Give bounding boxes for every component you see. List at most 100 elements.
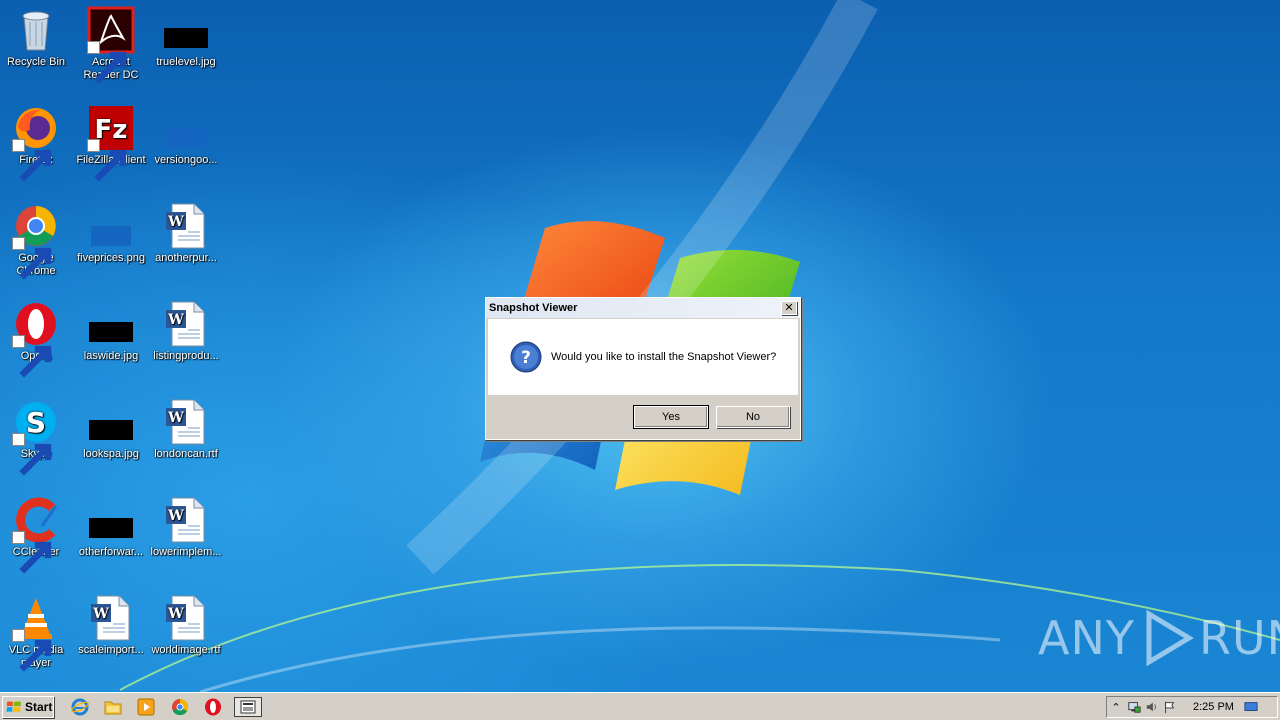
desktop-icon-label: laswide.jpg [83,350,139,362]
shortcut-arrow-icon [12,433,52,476]
anyrun-watermark: ANY RUN [1038,608,1280,668]
question-icon: ? [510,341,542,373]
desktop-icon-label: anotherpur... [155,252,217,264]
taskbar-snapshot-viewer-button[interactable] [234,697,262,717]
close-icon: ✕ [784,302,794,314]
desktop-icon-label: truelevel.jpg [156,56,216,68]
taskbar-explorer-button[interactable] [103,697,123,717]
volume-icon[interactable] [1143,698,1161,716]
image-file-icon [87,202,135,250]
desktop-icon-anotherpur[interactable]: W anotherpur... [148,202,224,265]
chrome-icon [172,698,189,716]
desktop-icon-label: versiongoo... [154,154,218,166]
dialog-titlebar[interactable]: Snapshot Viewer ✕ [486,298,800,318]
show-hidden-icons-button[interactable]: ⌃ [1107,698,1125,716]
word-document-icon: W [91,595,130,641]
desktop-icon-label: lowerimplem... [150,546,222,558]
desktop-icon-truelevel[interactable]: truelevel.jpg [148,6,224,69]
image-file-icon [87,496,135,544]
desktop-icon-otherforwar[interactable]: otherforwar... [73,496,149,559]
play-logo-icon [1146,609,1194,667]
start-button[interactable]: Start [2,696,54,718]
image-file-icon [162,6,210,54]
opera-icon [205,698,221,716]
chevron-up-icon: ⌃ [1111,701,1121,714]
desktop-icon-label: lookspa.jpg [83,448,139,460]
watermark-left-text: ANY [1038,611,1135,665]
desktop-icon-label: Recycle Bin [6,56,66,68]
desktop-icon-label: fiveprices.png [77,252,145,264]
taskbar-clock[interactable]: 2:25 PM [1193,701,1234,713]
show-desktop-button[interactable] [1242,698,1260,716]
svg-text:W: W [92,606,109,622]
word-document-icon: W [166,497,205,543]
desktop-icon-skype[interactable]: S Skype [0,398,74,476]
svg-text:W: W [167,410,184,426]
desktop-icon-filezilla[interactable]: Fz FileZilla Client [73,104,149,182]
taskbar-media-player-button[interactable] [136,697,156,717]
desktop-icon-label: londoncan.rtf [154,448,218,460]
desktop-icon-versiongoo[interactable]: versiongoo... [148,104,224,167]
media-player-icon [137,698,155,716]
image-file-icon [87,300,135,348]
desktop-icon-opera[interactable]: Opera [0,300,74,378]
svg-text:W: W [167,508,184,524]
yes-button[interactable]: Yes [633,405,709,429]
taskbar-chrome-button[interactable] [170,697,190,717]
desktop-icon-chrome[interactable]: Google Chrome [0,202,74,280]
desktop-icon-lookspa[interactable]: lookspa.jpg [73,398,149,461]
desktop-icon-scaleimport[interactable]: W scaleimport... [73,594,149,657]
shortcut-arrow-icon [12,139,52,182]
desktop-icon-worldimage[interactable]: W worldimage.rtf [148,594,224,657]
desktop-icon-laswide[interactable]: laswide.jpg [73,300,149,363]
monitor-icon [1244,702,1258,711]
desktop-icon-acrobat[interactable]: Acrobat Reader DC [73,6,149,84]
svg-text:?: ? [521,348,531,368]
close-button[interactable]: ✕ [781,301,797,315]
shortcut-arrow-icon [12,629,52,672]
word-document-icon: W [166,203,205,249]
image-file-icon [162,104,210,152]
svg-text:W: W [167,606,184,622]
system-tray: ⌃ 2:25 PM [1106,696,1278,718]
network-icon [1128,702,1141,713]
word-document-icon: W [166,399,205,445]
flag-icon[interactable] [1161,698,1179,716]
shortcut-arrow-icon [12,237,52,280]
desktop-icon-listingprodu[interactable]: W listingprodu... [148,300,224,363]
speaker-icon [1146,702,1156,712]
yes-button-label: Yes [662,411,680,423]
windows-logo-icon [6,701,21,712]
internet-explorer-icon [71,698,89,716]
start-label: Start [25,700,53,714]
desktop-icon-londoncan[interactable]: W londoncan.rtf [148,398,224,461]
watermark-right-text: RUN [1198,611,1280,665]
desktop-icon-vlc[interactable]: VLC media player [0,594,74,672]
taskbar: Start ⌃ 2:25 PM [0,692,1280,720]
desktop-icon-recycle-bin[interactable]: Recycle Bin [0,6,74,69]
dialog-body: ? Would you like to install the Snapshot… [488,319,798,395]
no-button-label: No [745,411,761,423]
folder-icon [104,701,122,715]
desktop-icon-lowerimplem[interactable]: W lowerimplem... [148,496,224,559]
dialog-message: Would you like to install the Snapshot V… [551,351,777,363]
recycle-bin-icon [22,11,50,51]
desktop-icon-label: otherforwar... [78,546,144,558]
taskbar-ie-button[interactable] [70,697,90,717]
installer-icon [240,700,256,714]
no-button[interactable]: No [716,406,790,428]
desktop-icon-ccleaner[interactable]: CCleaner [0,496,74,574]
desktop-icon-label: worldimage.rtf [151,644,221,656]
desktop-icon-label: scaleimport... [78,644,144,656]
word-document-icon: W [166,301,205,347]
shortcut-arrow-icon [87,41,127,84]
desktop-icon-firefox[interactable]: Firefox [0,104,74,182]
taskbar-opera-button[interactable] [203,697,223,717]
dialog-title: Snapshot Viewer [489,302,578,314]
desktop-icon-fiveprices[interactable]: fiveprices.png [73,202,149,265]
shortcut-arrow-icon [12,335,52,378]
word-document-icon: W [166,595,205,641]
desktop-icon-label: listingprodu... [153,350,219,362]
action-center-icon[interactable] [1125,698,1143,716]
svg-text:W: W [167,312,184,328]
